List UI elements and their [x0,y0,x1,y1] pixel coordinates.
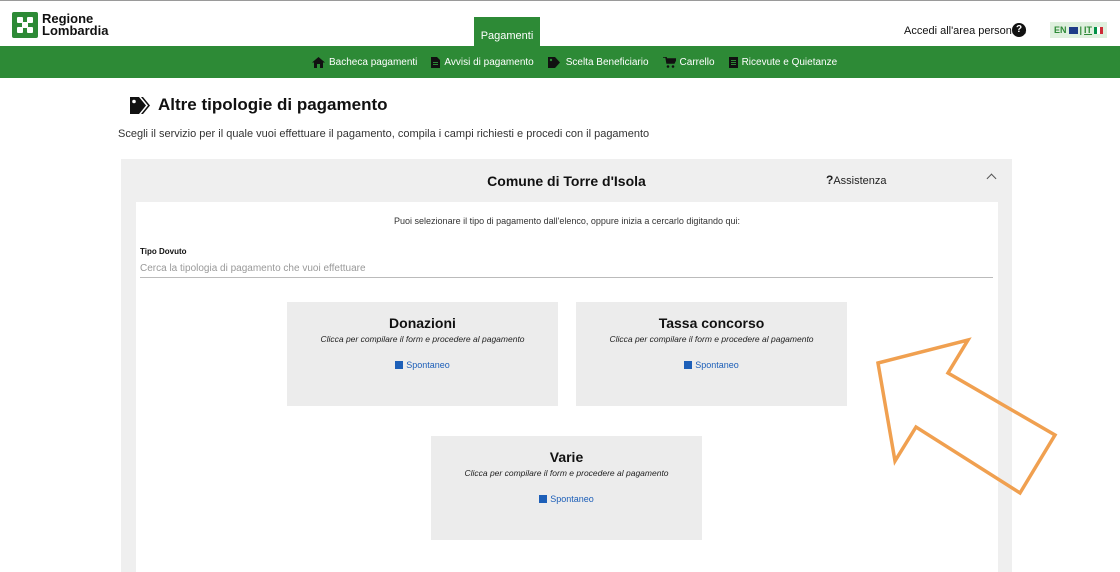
nav-item-ricevute[interactable]: Ricevute e Quietanze [728,56,838,68]
edit-icon [395,361,404,369]
spontaneo-label: Spontaneo [406,360,450,370]
nav-label: Ricevute e Quietanze [741,56,838,68]
card-donazioni[interactable]: Donazioni Clicca per compilare il form e… [287,302,558,406]
nav-item-avvisi[interactable]: Avvisi di pagamento [431,56,534,68]
lang-separator: | [1079,25,1083,35]
card-description: Clicca per compilare il form e procedere… [464,468,669,478]
card-tassa-concorso[interactable]: Tassa concorso Clicca per compilare il f… [576,302,847,406]
login-link[interactable]: Accedi all'area personale [904,25,1027,37]
panel-header[interactable]: Comune di Torre d'Isola ?Assistenza [121,159,1012,201]
uk-flag-icon [1068,26,1078,34]
assist-label: Assistenza [833,175,887,187]
logo-text: Regione Lombardia [42,12,109,38]
nav-item-carrello[interactable]: Carrello [662,56,715,68]
spontaneo-label: Spontaneo [550,494,594,504]
edit-icon [684,361,693,369]
tags-icon [130,96,150,114]
edit-icon [539,495,548,503]
cart-icon [662,56,676,68]
top-header: Regione Lombardia Pagamenti Accedi all'a… [0,0,1120,47]
document-icon [431,56,441,68]
logo-line2: Lombardia [42,23,109,38]
tab-pagamenti[interactable]: Pagamenti [474,17,540,47]
nav-label: Bacheca pagamenti [329,56,418,68]
lang-en[interactable]: EN [1054,22,1067,38]
panel-body: Puoi selezionare il tipo di pagamento da… [136,202,998,572]
page-title-text: Altre tipologie di pagamento [158,95,388,114]
spontaneo-link[interactable]: Spontaneo [576,360,847,370]
nav-label: Avvisi di pagamento [444,56,534,68]
page-subtitle: Scegli il servizio per il quale vuoi eff… [118,128,650,140]
spontaneo-label: Spontaneo [695,360,739,370]
card-description: Clicca per compilare il form e procedere… [320,334,525,344]
lang-it[interactable]: IT [1084,22,1092,38]
card-title: Donazioni [389,315,456,331]
nav-label: Scelta Beneficiario [565,56,649,68]
nav-item-scelta-beneficiario[interactable]: Scelta Beneficiario [547,56,649,68]
spontaneo-link[interactable]: Spontaneo [287,360,558,370]
tipo-dovuto-label: Tipo Dovuto [140,247,187,256]
card-title: Varie [549,449,584,465]
annotation-arrow-icon [875,337,1058,496]
card-title: Tassa concorso [658,315,765,331]
assistenza-link[interactable]: ?Assistenza [826,173,887,187]
nav-label: Carrello [679,56,715,68]
question-circle-icon[interactable]: ? [1012,23,1026,37]
tipo-dovuto-search-input[interactable] [140,259,993,278]
logo-mark-icon [12,12,38,38]
card-varie[interactable]: Varie Clicca per compilare il form e pro… [431,436,702,540]
card-description: Clicca per compilare il form e procedere… [609,334,814,344]
receipt-icon [728,56,738,68]
spontaneo-link[interactable]: Spontaneo [431,494,702,504]
italy-flag-icon [1094,26,1104,34]
regione-lombardia-logo[interactable]: Regione Lombardia [12,12,108,38]
home-icon [312,56,325,68]
main-nav: Bacheca pagamenti Avvisi di pagamento Sc… [0,46,1120,78]
language-switcher: EN | IT [1050,22,1108,38]
page-title: Altre tipologie di pagamento [130,95,388,115]
nav-item-bacheca[interactable]: Bacheca pagamenti [312,56,418,68]
search-hint: Puoi selezionare il tipo di pagamento da… [394,216,740,226]
tags-icon [547,56,560,68]
